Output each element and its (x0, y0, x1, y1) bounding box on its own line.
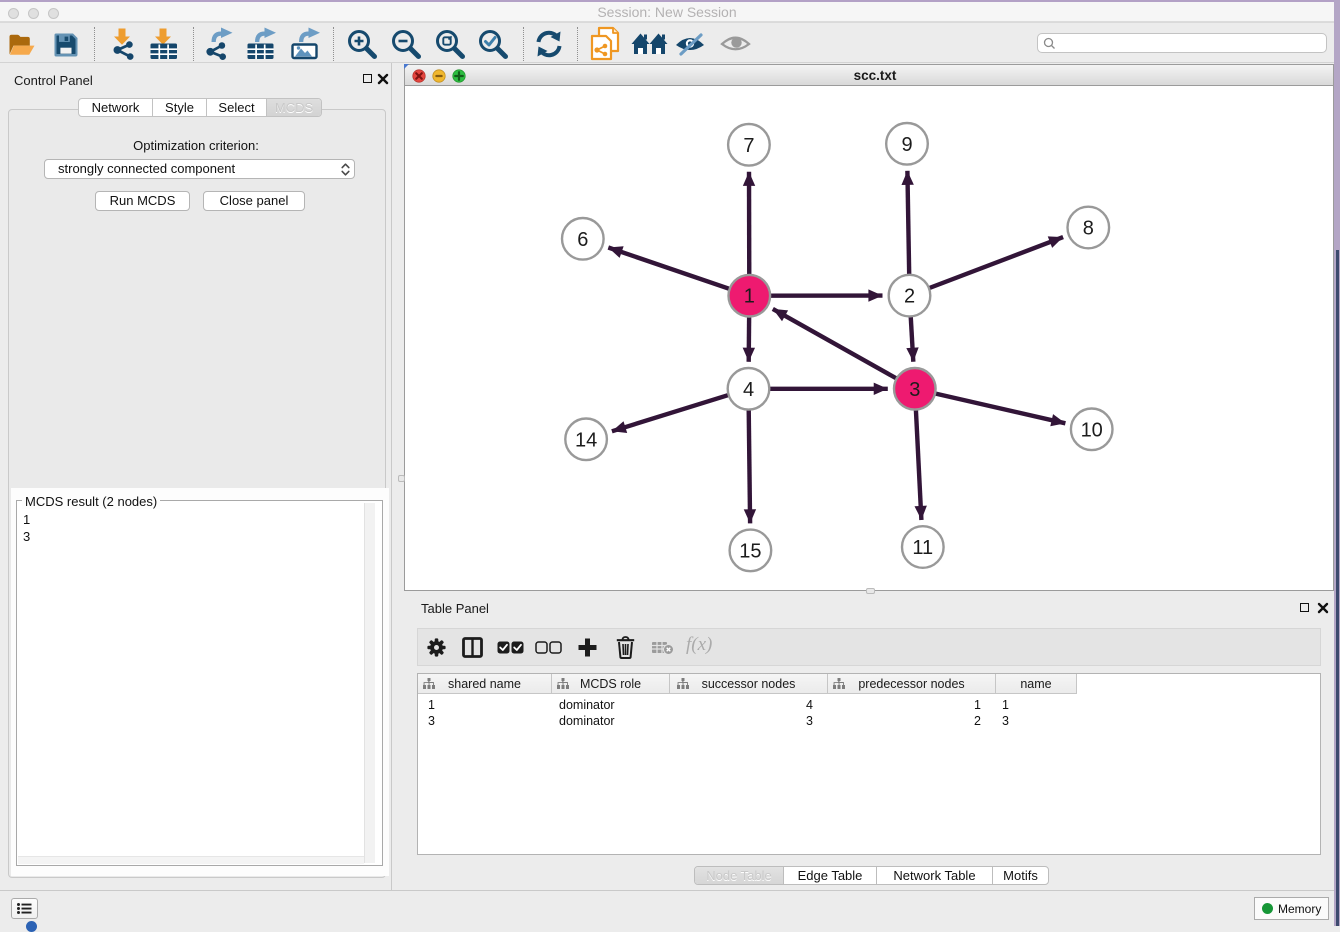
svg-text:2: 2 (904, 286, 915, 308)
svg-text:3: 3 (909, 379, 920, 401)
svg-text:11: 11 (912, 537, 933, 559)
svg-text:10: 10 (1081, 419, 1103, 441)
svg-text:7: 7 (743, 135, 754, 157)
svg-text:4: 4 (743, 379, 754, 401)
svg-text:14: 14 (575, 429, 597, 451)
svg-text:8: 8 (1083, 218, 1094, 240)
svg-text:9: 9 (901, 134, 912, 156)
svg-text:1: 1 (744, 286, 755, 308)
svg-text:15: 15 (739, 540, 761, 562)
svg-text:6: 6 (577, 229, 588, 251)
